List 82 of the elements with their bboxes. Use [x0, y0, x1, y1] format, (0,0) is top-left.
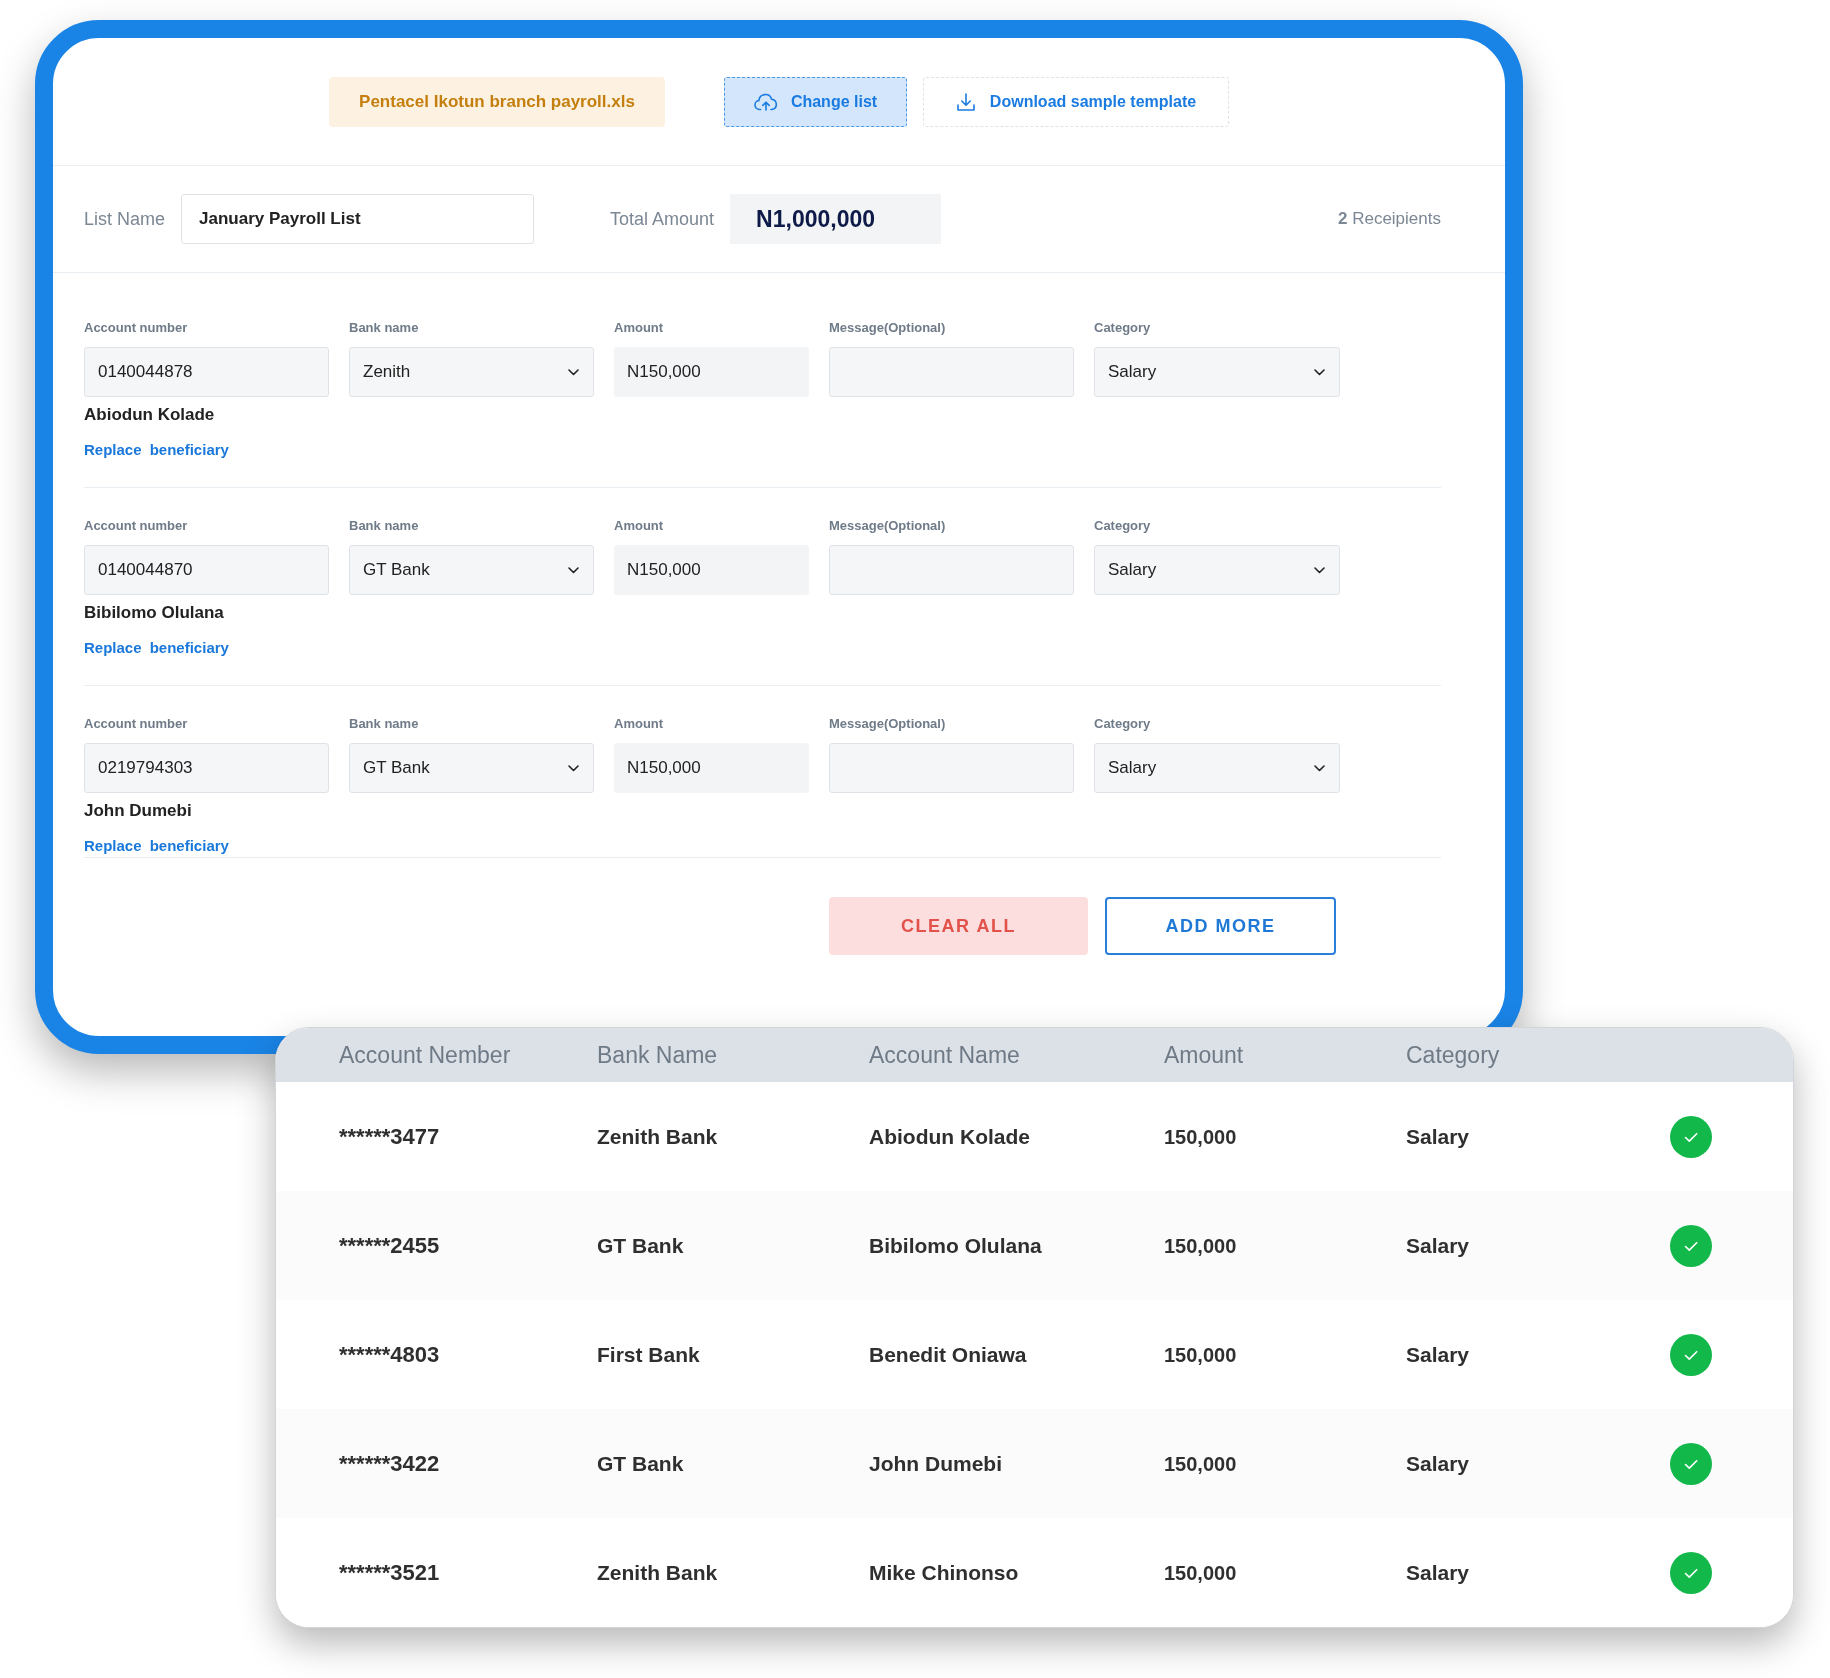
category-dropdown[interactable]: Salary — [1094, 743, 1340, 793]
cloud-upload-icon — [753, 93, 778, 111]
account-number-cell-text: ******3477 — [339, 1123, 440, 1149]
account-name-text: Bibilomo Olulana — [84, 603, 224, 622]
message-label: Message(Optional) — [829, 715, 947, 733]
bank-name-label: Bank name — [349, 715, 420, 733]
amount-cell: 150,000 — [1164, 1234, 1237, 1257]
download-icon — [955, 92, 976, 112]
total-amount-value: N1,000,000 — [730, 194, 942, 244]
replace-beneficiary-link[interactable]: Replace beneficiary — [84, 441, 229, 458]
account-name-text: John Dumebi — [84, 801, 192, 820]
account-number-cell-text: ******4803 — [339, 1341, 440, 1367]
account-number-field[interactable]: 0140044878 — [84, 347, 329, 397]
bank-name-header: Bank Name — [597, 1041, 718, 1068]
bank-name-label: Bank name — [349, 517, 420, 535]
account-number-label: Account number — [84, 517, 189, 535]
amount-cell: 150,000 — [1164, 1343, 1237, 1366]
chevron-down-icon — [1314, 566, 1325, 574]
amount-label: Amount — [614, 715, 665, 733]
bank-dropdown[interactable]: GT Bank — [349, 743, 594, 793]
category-label: Category — [1094, 319, 1152, 337]
message-field[interactable] — [829, 743, 1074, 793]
bank-name-label: Bank name — [349, 319, 420, 337]
replace-beneficiary-link[interactable]: Replace beneficiary — [84, 639, 229, 656]
category-cell: Salary — [1406, 1124, 1470, 1148]
account-number-label: Account number — [84, 715, 189, 733]
bank-name-cell: GT Bank — [597, 1233, 684, 1257]
account-name-cell: John Dumebi — [869, 1451, 1002, 1475]
bank-name-cell: GT Bank — [597, 1451, 684, 1475]
add-more-button[interactable]: ADD MORE — [1105, 897, 1336, 955]
amount-field[interactable]: N150,000 — [614, 347, 809, 397]
amount-cell: 150,000 — [1164, 1452, 1237, 1475]
recipients-count: 2 Receipients — [1337, 208, 1441, 231]
amount-field[interactable]: N150,000 — [614, 743, 809, 793]
chevron-down-icon — [1314, 368, 1325, 376]
download-template-button[interactable]: Download sample template — [923, 77, 1229, 127]
bank-dropdown[interactable]: Zenith — [349, 347, 594, 397]
chevron-down-icon — [568, 368, 579, 376]
message-field[interactable] — [829, 545, 1074, 595]
account-number-header: Account Nember — [339, 1041, 511, 1068]
account-number-cell-text: ******3521 — [339, 1559, 440, 1585]
amount-cell: 150,000 — [1164, 1561, 1237, 1584]
category-label: Category — [1094, 517, 1152, 535]
message-field[interactable] — [829, 347, 1074, 397]
account-number-field[interactable]: 0140044870 — [84, 545, 329, 595]
list-name-field[interactable]: January Payroll List — [181, 194, 535, 244]
amount-label: Amount — [614, 319, 665, 337]
amount-cell: 150,000 — [1164, 1125, 1237, 1148]
category-dropdown[interactable]: Salary — [1094, 347, 1340, 397]
account-name-cell: Abiodun Kolade — [869, 1124, 1030, 1148]
account-name-cell: Benedit Oniawa — [869, 1342, 1027, 1366]
bank-name-cell: Zenith Bank — [597, 1560, 718, 1584]
category-cell: Salary — [1406, 1560, 1470, 1584]
list-name-label: List Name — [84, 207, 166, 231]
account-number-cell-text: ******3422 — [339, 1450, 440, 1476]
bank-name-cell: First Bank — [597, 1342, 700, 1366]
file-name-chip: Pentacel Ikotun branch payroll.xls — [329, 77, 665, 127]
account-number-cell-text: ******2455 — [339, 1232, 440, 1258]
category-label: Category — [1094, 715, 1152, 733]
account-number-label: Account number — [84, 319, 189, 337]
chevron-down-icon — [568, 764, 579, 772]
category-cell: Salary — [1406, 1451, 1470, 1475]
category-cell: Salary — [1406, 1342, 1470, 1366]
account-name-header: Account Name — [869, 1041, 1020, 1068]
replace-beneficiary-link[interactable]: Replace beneficiary — [84, 837, 229, 854]
amount-header: Amount — [1164, 1041, 1244, 1068]
bank-name-cell: Zenith Bank — [597, 1124, 718, 1148]
account-name-cell: Mike Chinonso — [869, 1560, 1019, 1584]
category-cell: Salary — [1406, 1233, 1470, 1257]
message-label: Message(Optional) — [829, 517, 947, 535]
account-number-field[interactable]: 0219794303 — [84, 743, 329, 793]
chevron-down-icon — [1314, 764, 1325, 772]
chevron-down-icon — [568, 566, 579, 574]
amount-label: Amount — [614, 517, 665, 535]
bank-dropdown[interactable]: GT Bank — [349, 545, 594, 595]
account-name-text: Abiodun Kolade — [84, 405, 215, 424]
message-label: Message(Optional) — [829, 319, 947, 337]
account-name-cell: Bibilomo Olulana — [869, 1233, 1042, 1257]
category-header: Category — [1406, 1041, 1500, 1068]
category-dropdown[interactable]: Salary — [1094, 545, 1340, 595]
amount-field[interactable]: N150,000 — [614, 545, 809, 595]
total-amount-label: Total Amount — [610, 207, 715, 231]
